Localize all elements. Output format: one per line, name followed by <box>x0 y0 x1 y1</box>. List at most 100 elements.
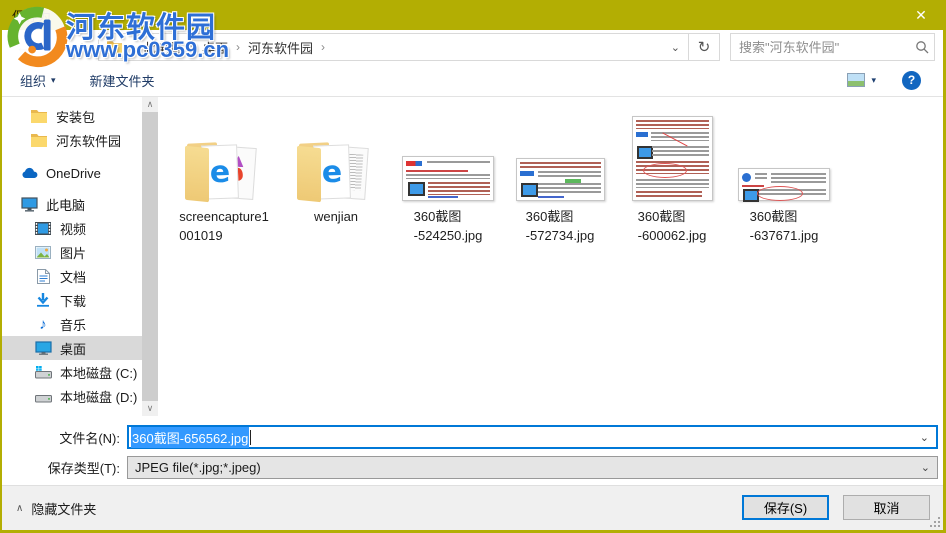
address-dropdown-chevron-icon[interactable]: ⌄ <box>667 41 684 54</box>
new-folder-label: 新建文件夹 <box>89 73 155 89</box>
resize-grip[interactable] <box>929 516 940 527</box>
caret-down-icon: ▾ <box>51 74 56 85</box>
breadcrumb-desktop[interactable]: 桌面 <box>202 38 228 57</box>
file-item-wenjian-folder[interactable]: e wenjian <box>282 113 390 226</box>
sidebar-item-desktop[interactable]: 桌面 <box>2 336 142 360</box>
toolbar-right: ▾ ? <box>847 70 929 90</box>
file-name-line: 360截图 <box>413 209 462 224</box>
navigation-bar: ← → ⌄ ↑ › 此电脑 › 桌面 › 河东软件园 › ⌄ ↻ <box>2 30 943 64</box>
music-icon: ♪ <box>39 315 47 333</box>
file-name-line: -524250.jpg <box>413 228 483 243</box>
folder-icon <box>30 133 48 147</box>
sidebar-item-videos[interactable]: 视频 <box>2 216 142 240</box>
downloads-icon <box>34 293 52 307</box>
footer-bar: ∧ 隐藏文件夹 保存(S) 取消 <box>2 485 943 530</box>
file-item-jpg-637671[interactable]: 360截图 -637671.jpg <box>730 113 838 245</box>
text-cursor <box>250 429 252 445</box>
breadcrumb-chevron-icon: › <box>131 40 135 54</box>
file-name-line: 360截图 <box>637 209 686 224</box>
file-name-line: -600062.jpg <box>637 228 707 243</box>
computer-icon <box>20 196 38 212</box>
save-button[interactable]: 保存(S) <box>742 495 829 520</box>
disk-c-icon <box>34 365 52 379</box>
sidebar-item-installer-folder[interactable]: 安装包 <box>2 104 142 128</box>
dialog-title: 保存为 <box>12 8 52 24</box>
desktop-icon <box>34 341 52 355</box>
cancel-button[interactable]: 取消 <box>843 495 930 520</box>
breadcrumb-chevron-icon: › <box>321 40 326 54</box>
scroll-down-icon[interactable]: ∨ <box>142 401 158 416</box>
filetype-select[interactable]: JPEG file(*.jpg;*.jpeg) ⌄ <box>127 455 938 479</box>
up-icon[interactable]: ↑ <box>70 39 94 56</box>
sidebar-item-label: 河东软件园 <box>56 133 122 149</box>
sidebar-item-label: 视频 <box>60 221 87 237</box>
breadcrumb-hedong-folder[interactable]: 河东软件园 <box>248 38 313 57</box>
file-name-line: 001019 <box>179 228 223 243</box>
onedrive-icon <box>20 167 38 179</box>
scroll-up-icon[interactable]: ∧ <box>142 97 158 112</box>
sidebar-item-label: 安装包 <box>56 109 96 125</box>
save-as-dialog: 保存为 ✕ ← → ⌄ ↑ › 此电脑 › 桌面 › 河东软件园 › ⌄ ↻ 搜… <box>0 0 946 533</box>
sidebar-item-label: 桌面 <box>60 341 87 357</box>
file-thumbnail <box>402 156 494 201</box>
sidebar-scrollbar[interactable]: ∧ ∨ <box>142 97 158 416</box>
filetype-label: 保存类型(T): <box>47 460 120 476</box>
sidebar-item-disk-d[interactable]: 本地磁盘 (D:) <box>2 384 142 408</box>
scrollbar-thumb[interactable] <box>142 112 158 401</box>
filetype-value: JPEG file(*.jpg;*.jpeg) <box>135 459 261 475</box>
filename-dropdown-chevron-icon[interactable]: ⌄ <box>913 431 936 444</box>
filename-value: 360截图-656562.jpg <box>131 426 250 448</box>
forward-icon[interactable]: → <box>34 39 56 56</box>
file-item-jpg-600062[interactable]: 360截图 -600062.jpg <box>618 113 726 245</box>
sidebar-item-label: 本地磁盘 (D:) <box>60 389 138 405</box>
help-icon[interactable]: ? <box>902 70 921 90</box>
videos-icon <box>34 221 52 235</box>
file-name-line: -637671.jpg <box>749 228 819 243</box>
view-mode-button[interactable]: ▾ <box>847 73 876 87</box>
folder-icon <box>105 40 123 54</box>
sidebar-item-music[interactable]: ♪ 音乐 <box>2 312 142 336</box>
search-input[interactable] <box>731 39 910 55</box>
hide-folders-button[interactable]: ∧ 隐藏文件夹 <box>16 499 96 518</box>
file-item-screencapture-folder[interactable]: e screencapture1 001019 <box>170 113 278 245</box>
sidebar-item-onedrive[interactable]: OneDrive <box>2 161 142 185</box>
filename-label: 文件名(N): <box>59 430 120 446</box>
file-name-line: 360截图 <box>749 209 798 224</box>
sidebar-item-downloads[interactable]: 下载 <box>2 288 142 312</box>
pictures-icon <box>34 245 52 259</box>
sidebar-item-documents[interactable]: 文档 <box>2 264 142 288</box>
organize-button[interactable]: 组织 ▾ <box>20 71 56 90</box>
refresh-icon[interactable]: ↻ <box>689 33 720 61</box>
search-icon[interactable] <box>910 40 934 54</box>
sidebar-item-hedong-folder[interactable]: 河东软件园 <box>2 128 142 152</box>
breadcrumb-this-pc[interactable]: 此电脑 <box>143 38 182 57</box>
back-icon[interactable]: ← <box>12 39 34 56</box>
sidebar-item-label: 此电脑 <box>46 197 86 213</box>
titlebar[interactable]: 保存为 ✕ <box>2 0 943 30</box>
file-list: e screencapture1 001019 e wenjian 360截图 … <box>158 97 943 416</box>
organize-label: 组织 <box>20 73 47 89</box>
sidebar-item-label: 本地磁盘 (C:) <box>60 365 138 381</box>
form-area: 文件名(N): 360截图-656562.jpg ⌄ 保存类型(T): JPEG… <box>2 416 943 485</box>
file-item-jpg-524250[interactable]: 360截图 -524250.jpg <box>394 113 502 245</box>
caret-down-icon: ▾ <box>871 74 876 85</box>
file-item-jpg-572734[interactable]: 360截图 -572734.jpg <box>506 113 614 245</box>
sidebar-item-label: 文档 <box>60 269 87 285</box>
chevron-up-icon: ∧ <box>16 503 24 514</box>
filetype-dropdown-chevron-icon[interactable]: ⌄ <box>914 461 937 474</box>
file-name-line: -572734.jpg <box>525 228 595 243</box>
recent-locations-chevron-icon[interactable]: ⌄ <box>56 42 70 53</box>
address-bar[interactable]: › 此电脑 › 桌面 › 河东软件园 › ⌄ <box>98 33 689 61</box>
search-box <box>730 33 935 61</box>
disk-d-icon <box>34 390 52 403</box>
sidebar-item-disk-c[interactable]: 本地磁盘 (C:) <box>2 360 142 384</box>
filename-input[interactable]: 360截图-656562.jpg ⌄ <box>127 425 938 449</box>
new-folder-button[interactable]: 新建文件夹 <box>90 71 155 90</box>
close-icon[interactable]: ✕ <box>899 7 943 24</box>
file-thumbnail <box>738 168 830 202</box>
hide-folders-label: 隐藏文件夹 <box>31 502 97 517</box>
edge-logo-icon: e <box>321 154 343 190</box>
sidebar-item-this-pc[interactable]: 此电脑 <box>2 192 142 216</box>
sidebar-item-pictures[interactable]: 图片 <box>2 240 142 264</box>
sidebar-item-label: OneDrive <box>46 165 101 181</box>
